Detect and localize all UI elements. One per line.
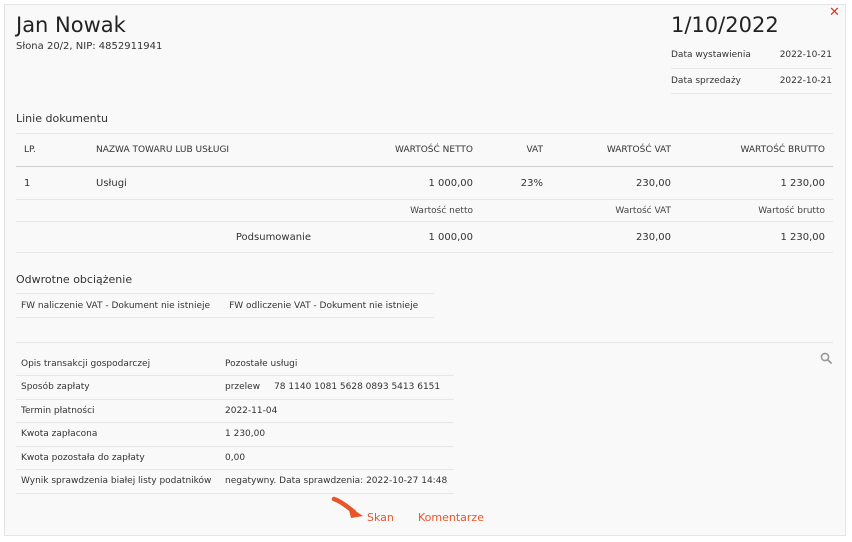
cell-vat: 23% bbox=[520, 177, 543, 189]
scan-link[interactable]: Skan bbox=[367, 511, 394, 524]
header-vat-value: WARTOŚĆ VAT bbox=[551, 133, 679, 167]
summary-header-row: Wartość netto Wartość VAT Wartość brutto bbox=[16, 199, 833, 222]
reverse-charge-item[interactable]: FW odliczenie VAT - Dokument nie istniej… bbox=[229, 301, 418, 311]
summary-row-label: Podsumowanie bbox=[96, 221, 311, 253]
reverse-charge-item[interactable]: FW naliczenie VAT - Dokument nie istniej… bbox=[21, 301, 210, 311]
date-row: Data wystawienia 2022-10-21 bbox=[671, 43, 832, 69]
details-value: Pozostałe usługi bbox=[221, 352, 454, 376]
summary-gross-label: Wartość brutto bbox=[679, 199, 833, 222]
date-row: Data sprzedaży 2022-10-21 bbox=[671, 68, 832, 94]
details-label: Sposób zapłaty bbox=[16, 375, 221, 400]
details-value: negatywny. Data sprawdzenia: 2022-10-27 … bbox=[221, 469, 454, 494]
details-value: 2022-11-04 bbox=[221, 399, 454, 423]
document-number: 1/10/2022 bbox=[671, 13, 779, 37]
details-label: Opis transakcji gospodarczej bbox=[16, 352, 221, 376]
details-row: Opis transakcji gospodarczej Pozostałe u… bbox=[16, 352, 454, 376]
lines-section-title: Linie dokumentu bbox=[16, 112, 108, 125]
details-row: Wynik sprawdzenia białej listy podatnikó… bbox=[16, 469, 454, 494]
close-icon[interactable]: ✕ bbox=[829, 6, 840, 19]
date-value: 2022-10-21 bbox=[768, 43, 832, 69]
document-dates: Data wystawienia 2022-10-21 Data sprzeda… bbox=[671, 43, 832, 94]
cell-gross: 1 230,00 bbox=[780, 177, 825, 189]
bank-account: 78 1140 1081 5628 0893 5413 6151 bbox=[274, 382, 441, 393]
details-value: 1 230,00 bbox=[221, 422, 454, 447]
details-value: przelew 78 1140 1081 5628 0893 5413 6151 bbox=[221, 375, 454, 400]
date-label: Data sprzedaży bbox=[671, 68, 769, 94]
seller-name: Jan Nowak bbox=[16, 13, 126, 37]
search-icon[interactable] bbox=[820, 352, 832, 364]
header-net: WARTOŚĆ NETTO bbox=[311, 133, 481, 167]
summary-gross: 1 230,00 bbox=[679, 221, 833, 253]
details-label: Kwota pozostała do zapłaty bbox=[16, 446, 221, 470]
details-label: Kwota zapłacona bbox=[16, 422, 221, 447]
arrow-pointer-icon bbox=[331, 496, 363, 518]
cell-name: Usługi bbox=[96, 177, 127, 189]
payment-method: przelew bbox=[225, 382, 261, 393]
reverse-charge-title: Odwrotne obciążenie bbox=[16, 273, 133, 286]
summary-net-label: Wartość netto bbox=[311, 199, 481, 222]
header-lp: LP. bbox=[16, 133, 96, 167]
header-gross: WARTOŚĆ BRUTTO bbox=[679, 133, 833, 167]
details-row: Sposób zapłaty przelew 78 1140 1081 5628 … bbox=[16, 375, 454, 400]
table-header-row: LP. NAZWA TOWARU LUB USŁUGI WARTOŚĆ NETT… bbox=[16, 133, 833, 167]
cell-lp: 1 bbox=[24, 177, 31, 189]
table-row: 1 Usługi 1 000,00 23% 230,00 1 230,00 bbox=[16, 167, 833, 200]
details-row: Kwota pozostała do zapłaty 0,00 bbox=[16, 446, 454, 470]
summary-row: Podsumowanie 1 000,00 230,00 1 230,00 bbox=[16, 221, 833, 253]
reverse-charge-list: FW naliczenie VAT - Dokument nie istniej… bbox=[16, 293, 434, 318]
summary-vat-label: Wartość VAT bbox=[551, 199, 679, 222]
summary-vat-value: 230,00 bbox=[551, 221, 679, 253]
date-value: 2022-10-21 bbox=[768, 68, 832, 94]
details-value: 0,00 bbox=[221, 446, 454, 470]
summary-net: 1 000,00 bbox=[311, 221, 481, 253]
header-name: NAZWA TOWARU LUB USŁUGI bbox=[96, 133, 311, 167]
date-label: Data wystawienia bbox=[671, 43, 769, 69]
details-table: Opis transakcji gospodarczej Pozostałe u… bbox=[16, 352, 454, 494]
seller-address: Słona 20/2, NIP: 4852911941 bbox=[16, 41, 163, 52]
section-divider bbox=[16, 342, 833, 343]
document-lines-table: LP. NAZWA TOWARU LUB USŁUGI WARTOŚĆ NETT… bbox=[16, 133, 833, 253]
cell-net: 1 000,00 bbox=[428, 177, 473, 189]
details-label: Termin płatności bbox=[16, 399, 221, 423]
comments-link[interactable]: Komentarze bbox=[418, 511, 484, 524]
details-row: Termin płatności 2022-11-04 bbox=[16, 399, 454, 423]
cell-vat-value: 230,00 bbox=[636, 177, 671, 189]
details-row: Kwota zapłacona 1 230,00 bbox=[16, 422, 454, 447]
details-label: Wynik sprawdzenia białej listy podatnikó… bbox=[16, 469, 221, 494]
header-vat: VAT bbox=[481, 133, 551, 167]
